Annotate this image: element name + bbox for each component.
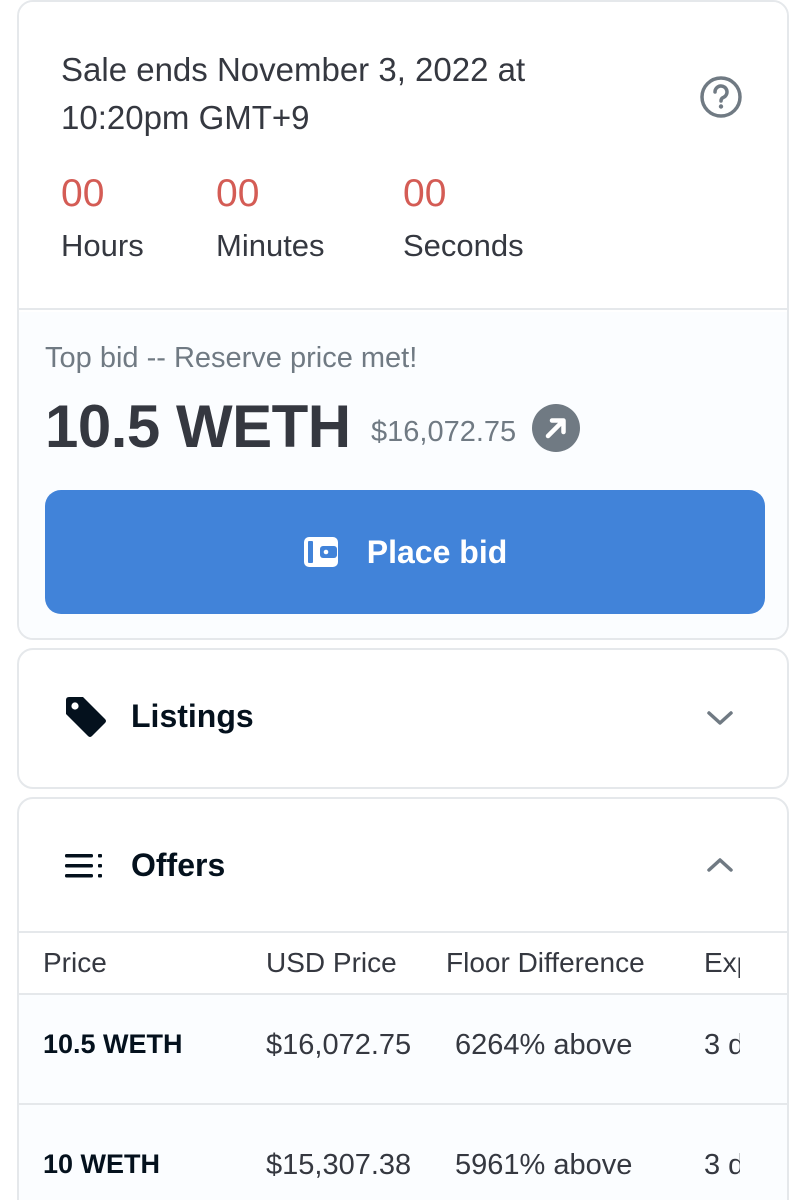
chevron-down-icon[interactable] [705,708,735,728]
offer-usd-price: $16,072.75 [266,1029,412,1061]
listings-header[interactable]: Listings [19,650,787,787]
listings-title: Listings [131,698,254,734]
offers-table-header: Price USD Price Floor Difference Exp [19,933,787,995]
table-row[interactable]: 10.5 WETH $16,072.75 6264% above 3 d [19,995,787,1105]
offers-header[interactable]: Offers [19,799,787,933]
place-bid-button[interactable]: Place bid [45,490,765,614]
timer-hours-value: 00 [61,172,105,215]
list-icon [65,854,102,878]
offer-expiration: 3 d [704,1149,740,1181]
sale-ends-text: Sale ends November 3, 2022 at 10:20pm GM… [61,51,526,136]
place-bid-label: Place bid [366,533,508,570]
top-bid-section: Top bid -- Reserve price met! 10.5 WETH … [19,312,787,638]
offers-title: Offers [131,847,226,883]
chevron-up-icon[interactable] [705,855,735,875]
timer-minutes-label: Minutes [216,228,325,263]
listings-panel: Listings [17,648,789,789]
tag-icon [66,697,106,737]
offer-floor-difference: 6264% above [455,1029,633,1061]
offer-price: 10.5 WETH [43,1029,183,1059]
table-row[interactable]: 10 WETH $15,307.38 5961% above 3 d [19,1105,787,1200]
wallet-icon [303,537,338,567]
offer-floor-difference: 5961% above [455,1149,633,1181]
offers-table: Price USD Price Floor Difference Exp 10.… [19,933,787,1200]
top-bid-label: Top bid -- Reserve price met! [45,342,418,374]
offer-usd-price: $15,307.38 [266,1149,412,1181]
column-header-expiration: Exp [704,947,740,978]
offer-expiration: 3 d [704,1029,740,1061]
column-header-floor-difference: Floor Difference [446,947,645,978]
help-icon[interactable] [699,75,743,119]
timer-seconds: 00 Seconds [403,172,524,266]
offers-panel: Offers Price USD Price Floor Difference … [17,797,789,1200]
sale-countdown-section: Sale ends November 3, 2022 at 10:20pm GM… [19,2,787,310]
top-bid-usd: $16,072.75 [371,416,517,448]
open-link-icon[interactable] [531,403,581,453]
column-header-price: Price [43,947,107,978]
timer-hours-label: Hours [61,228,144,263]
timer-hours: 00 Hours [61,172,144,266]
top-bid-amount: 10.5 WETH [45,393,351,460]
timer-minutes-value: 00 [216,172,260,215]
sale-card: Sale ends November 3, 2022 at 10:20pm GM… [17,0,789,640]
timer-seconds-value: 00 [403,172,447,215]
timer-minutes: 00 Minutes [216,172,325,266]
timer-seconds-label: Seconds [403,228,524,263]
offer-price: 10 WETH [43,1149,161,1179]
column-header-usd-price: USD Price [266,947,397,978]
